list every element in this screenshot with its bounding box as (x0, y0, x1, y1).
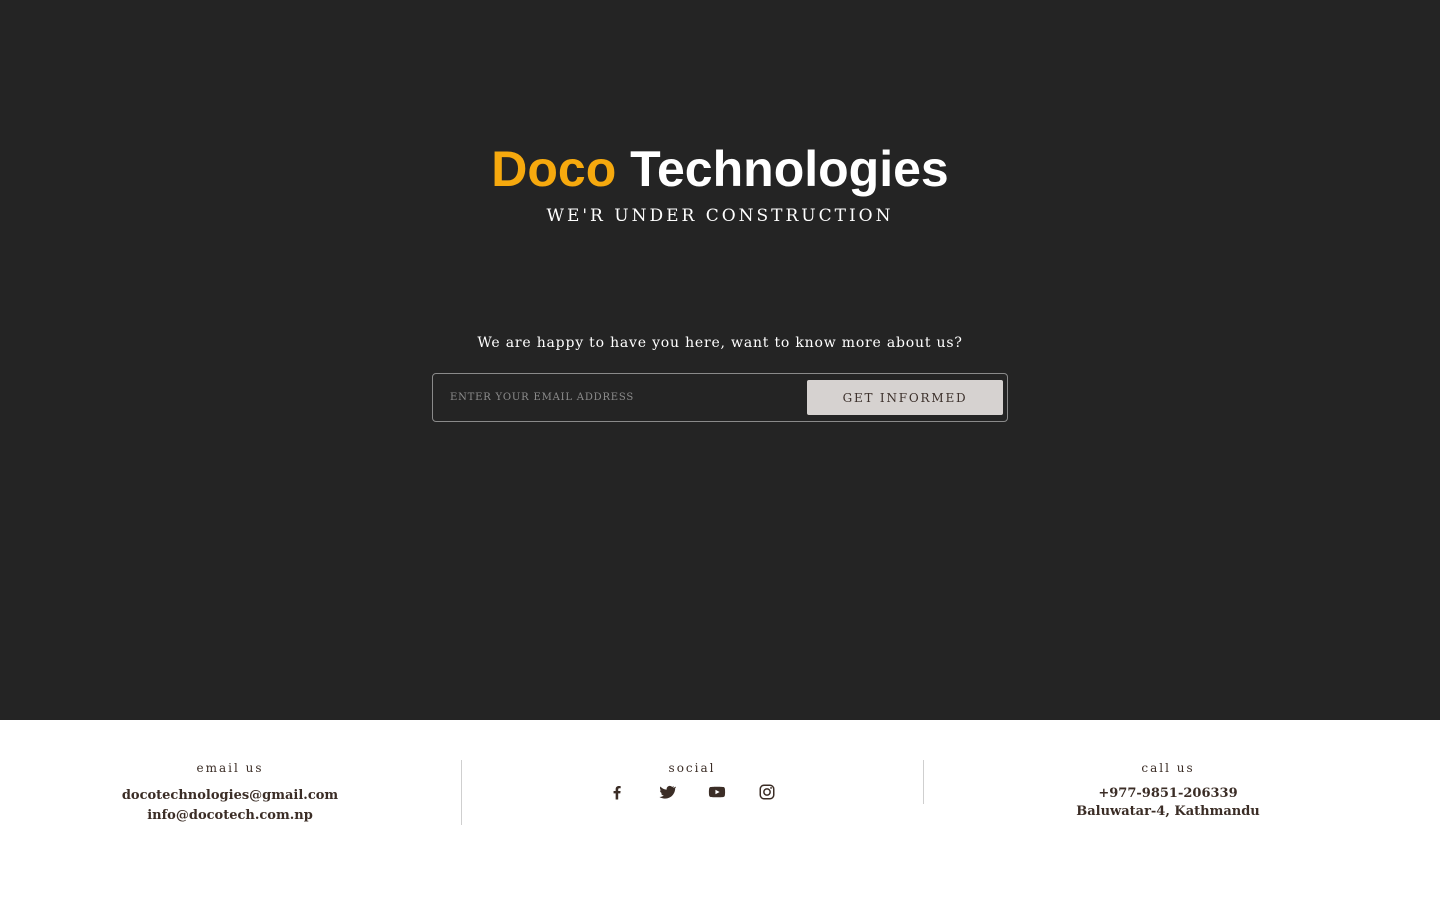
social-heading: social (668, 761, 716, 775)
footer-divider-right (923, 760, 924, 804)
address: Baluwatar-4, Kathmandu (1076, 804, 1260, 819)
email-heading: email us (196, 761, 264, 775)
phone-number[interactable]: +977-9851-206339 (1018, 785, 1318, 803)
youtube-icon[interactable] (708, 783, 726, 801)
twitter-icon[interactable] (658, 783, 676, 801)
facebook-icon[interactable] (608, 783, 626, 801)
get-informed-button[interactable]: GET INFORMED (807, 380, 1003, 415)
email-link-primary[interactable]: docotechnologies@gmail.com (80, 787, 380, 805)
brand-title: Doco Technologies (0, 137, 1440, 201)
instagram-icon[interactable] (758, 783, 776, 801)
intro-text: We are happy to have you here, want to k… (477, 335, 963, 351)
subscribe-form: GET INFORMED (432, 373, 1008, 422)
call-heading: call us (1141, 761, 1195, 775)
email-link-secondary[interactable]: info@docotech.com.np (80, 807, 380, 825)
email-input[interactable] (443, 380, 803, 415)
footer: email us docotechnologies@gmail.com info… (0, 720, 1440, 900)
tagline: WE'R UNDER CONSTRUCTION (546, 206, 894, 226)
hero-section: Doco Technologies WE'R UNDER CONSTRUCTIO… (0, 0, 1440, 720)
brand-rest: Technologies (630, 141, 949, 197)
footer-divider-left (461, 760, 462, 825)
brand-accent: Doco (491, 141, 617, 197)
